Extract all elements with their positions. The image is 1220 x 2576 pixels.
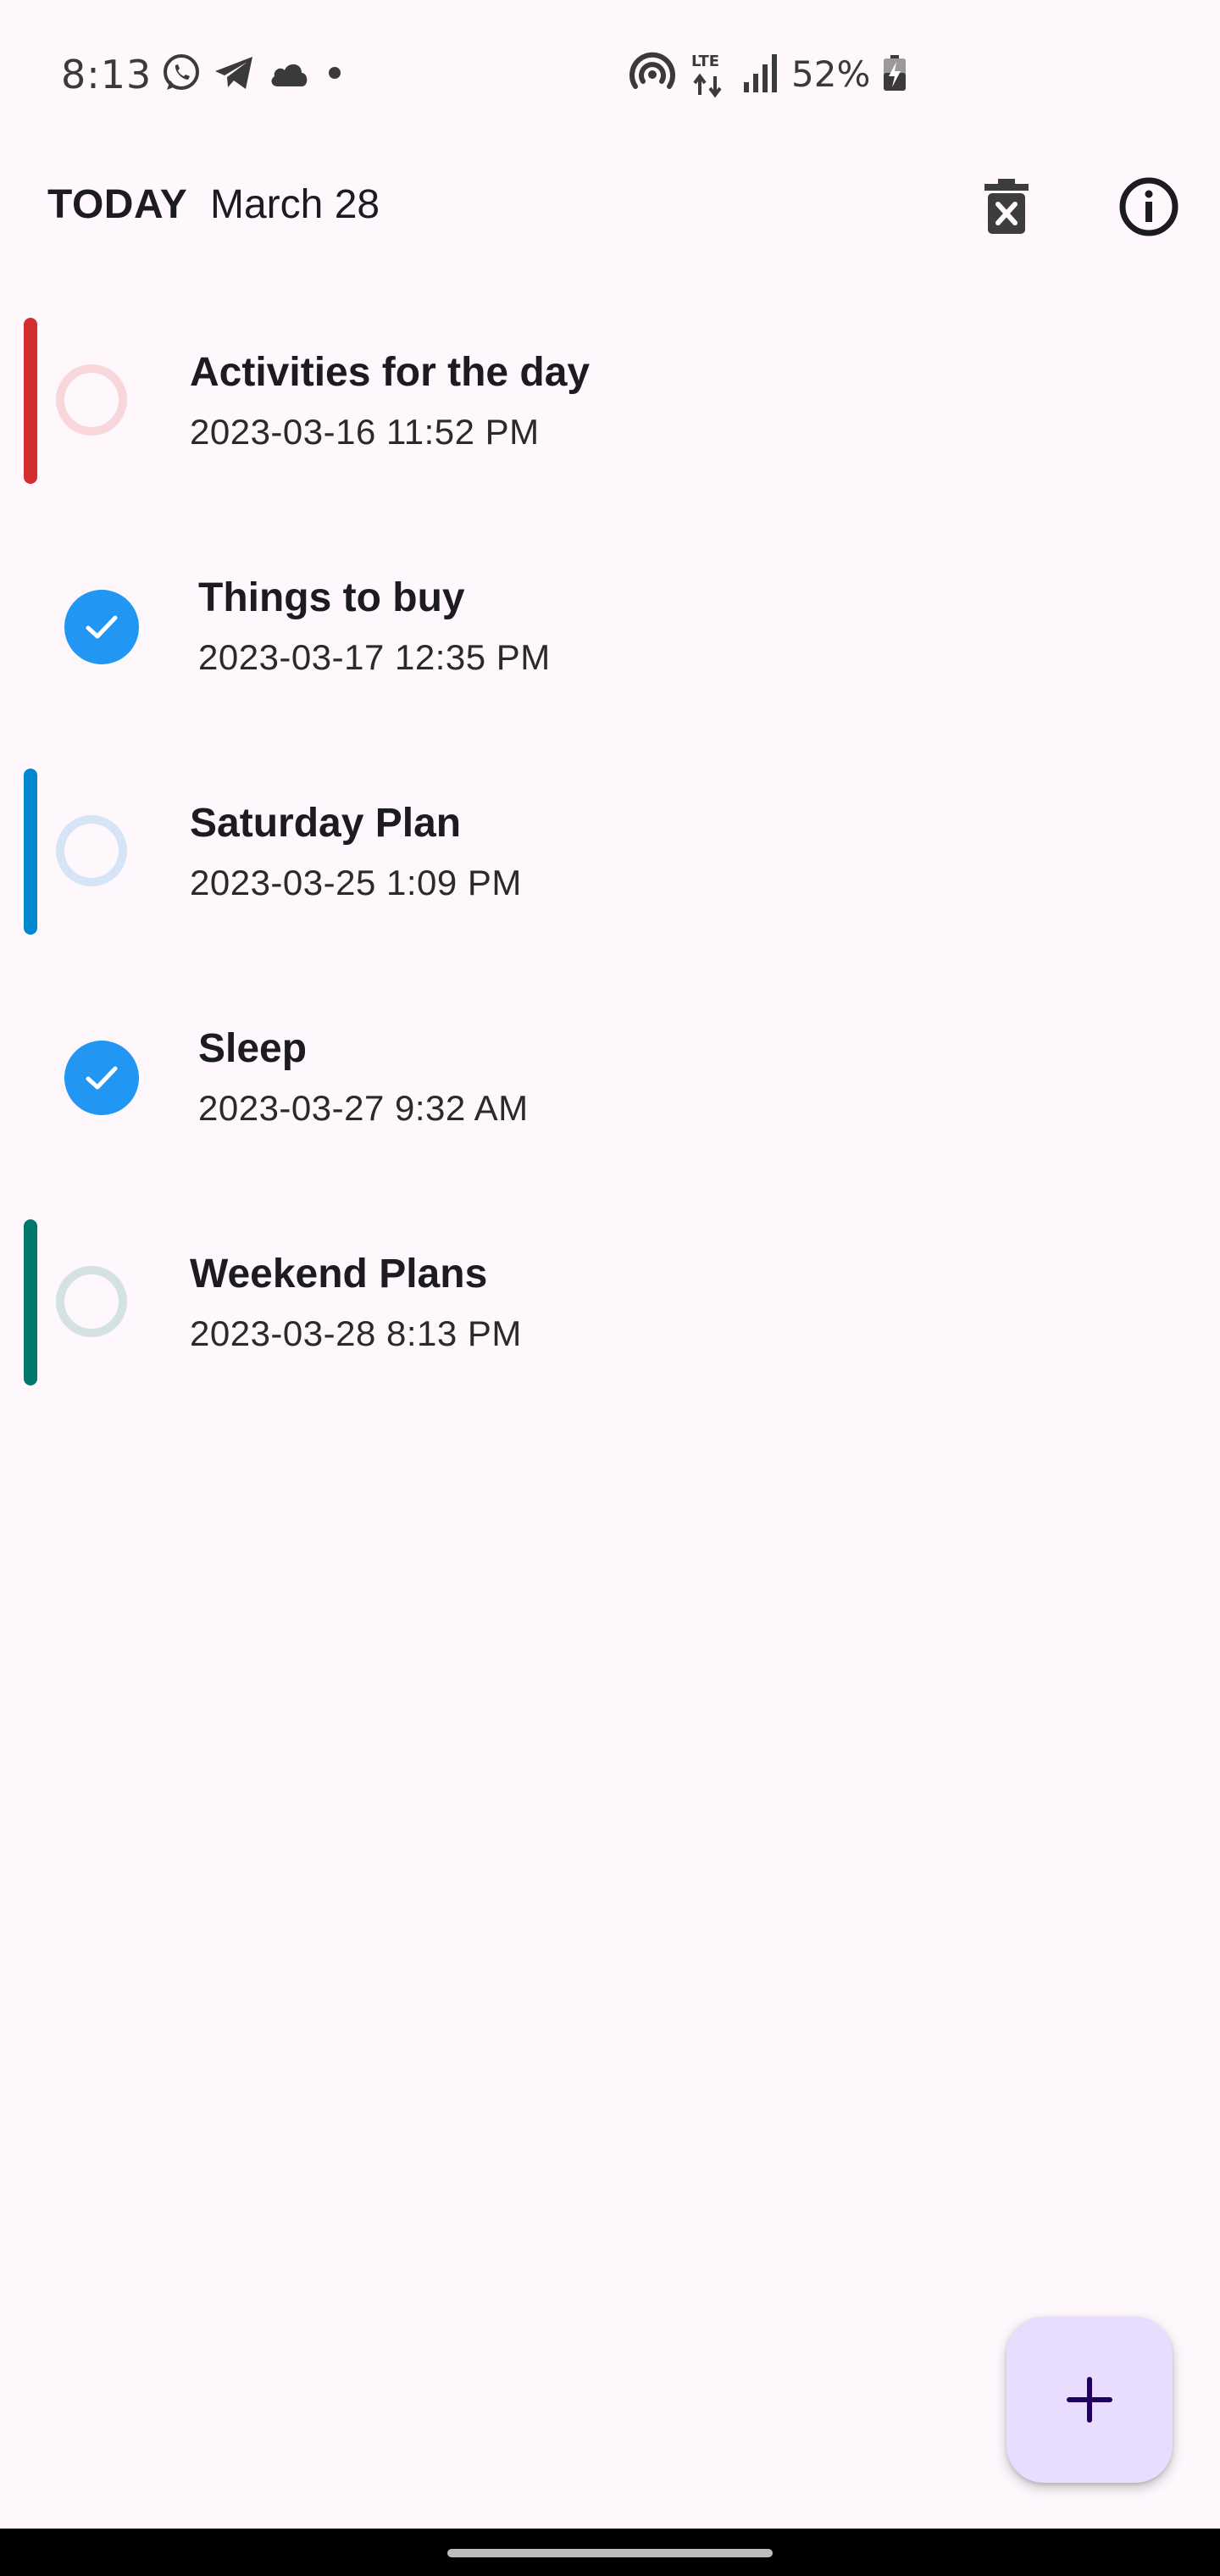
info-icon [1119,177,1178,236]
page-title: TODAY [47,182,188,227]
info-button[interactable] [1105,163,1193,251]
dot-icon [322,60,347,90]
task-color-indicator [24,1219,37,1385]
checkmark-icon [86,1066,118,1090]
status-time: 8:13 [61,52,152,97]
task-color-indicator [24,318,37,484]
notification-icons [161,51,347,98]
hotspot-icon [627,49,678,101]
current-date: March 28 [210,182,380,227]
cloud-icon [268,58,310,92]
battery-charging-icon [882,54,907,96]
task-checkbox-checked[interactable] [64,590,139,664]
task-date: 2023-03-25 1:09 PM [190,863,522,902]
task-checkbox-unchecked[interactable] [56,1266,127,1337]
task-item[interactable]: Saturday Plan 2023-03-25 1:09 PM [0,730,1220,956]
task-item[interactable]: Sleep 2023-03-27 9:32 AM [0,956,1220,1181]
system-icons: LTE 52% [627,47,907,102]
task-checkbox-checked[interactable] [64,1041,139,1115]
task-item[interactable]: Weekend Plans 2023-03-28 8:13 PM [0,1181,1220,1407]
navigation-bar [0,2529,1220,2576]
task-checkbox-unchecked[interactable] [56,815,127,886]
app-bar: TODAY March 28 [0,144,1220,271]
task-item[interactable]: Activities for the day 2023-03-16 11:52 P… [0,280,1220,505]
task-title: Activities for the day [190,350,591,395]
telegram-icon [214,54,256,96]
task-item[interactable]: Things to buy 2023-03-17 12:35 PM [0,505,1220,730]
signal-icon [742,52,779,98]
delete-button[interactable] [962,163,1051,251]
task-date: 2023-03-28 8:13 PM [190,1313,522,1353]
task-title: Things to buy [198,575,465,620]
task-title: Saturday Plan [190,801,462,846]
task-color-indicator [24,769,37,935]
delete-icon [984,179,1029,234]
task-date: 2023-03-16 11:52 PM [190,412,540,452]
lte-icon: LTE [690,51,730,98]
battery-percentage: 52% [791,53,871,95]
status-bar: 8:13 LTE 52% [0,0,1220,144]
add-task-button[interactable] [1006,2317,1173,2483]
task-list: Activities for the day 2023-03-16 11:52 P… [0,280,1220,1407]
checkmark-icon [86,615,118,639]
whatsapp-icon [161,53,202,97]
plus-icon [1067,2377,1112,2423]
task-title: Weekend Plans [190,1252,488,1296]
task-checkbox-unchecked[interactable] [56,364,127,436]
task-title: Sleep [198,1026,308,1071]
task-date: 2023-03-27 9:32 AM [198,1088,529,1128]
task-date: 2023-03-17 12:35 PM [198,637,551,677]
home-gesture-handle[interactable] [447,2549,773,2557]
